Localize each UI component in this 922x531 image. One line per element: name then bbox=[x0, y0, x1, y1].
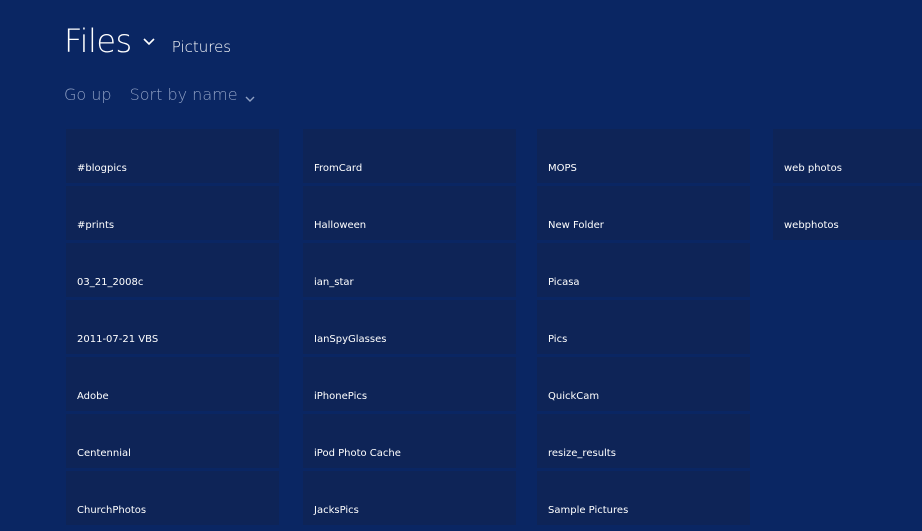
folder-tile[interactable]: JacksPics bbox=[303, 471, 516, 525]
sort-dropdown[interactable]: Sort by name bbox=[130, 85, 256, 104]
folder-name: webphotos bbox=[784, 220, 839, 231]
folder-name: resize_results bbox=[548, 448, 616, 459]
folder-tile[interactable]: FromCard bbox=[303, 129, 516, 183]
header: Files Pictures bbox=[64, 22, 231, 60]
folder-name: iPod Photo Cache bbox=[314, 448, 401, 459]
folder-tile[interactable]: MOPS bbox=[537, 129, 750, 183]
folder-name: web photos bbox=[784, 163, 842, 174]
folder-tile[interactable]: Adobe bbox=[66, 357, 279, 411]
folder-name: ChurchPhotos bbox=[77, 505, 147, 516]
folder-name: IanSpyGlasses bbox=[314, 334, 387, 345]
folder-name: New Folder bbox=[548, 220, 604, 231]
folder-tile[interactable]: Pics bbox=[537, 300, 750, 354]
folder-name: JacksPics bbox=[314, 505, 359, 516]
folder-name: Picasa bbox=[548, 277, 580, 288]
toolbar: Go up Sort by name bbox=[64, 85, 256, 104]
folder-tile[interactable]: webphotos bbox=[773, 186, 922, 240]
folder-name: Halloween bbox=[314, 220, 367, 231]
app-title: Files bbox=[64, 22, 132, 60]
folder-tile[interactable]: 2011-07-21 VBS bbox=[66, 300, 279, 354]
folder-name: Sample Pictures bbox=[548, 505, 629, 516]
folder-name: Adobe bbox=[77, 391, 109, 402]
folder-name: Centennial bbox=[77, 448, 131, 459]
folder-tile[interactable]: iPod Photo Cache bbox=[303, 414, 516, 468]
folder-name: FromCard bbox=[314, 163, 363, 174]
folder-name: 03_21_2008c bbox=[77, 277, 144, 288]
folder-name: iPhonePics bbox=[314, 391, 368, 402]
folder-tile[interactable]: #prints bbox=[66, 186, 279, 240]
files-app-screen: Files Pictures Go up Sort by name #blogp… bbox=[0, 0, 922, 531]
folder-tile[interactable]: New Folder bbox=[537, 186, 750, 240]
folder-name: #blogpics bbox=[77, 163, 127, 174]
current-folder-label: Pictures bbox=[171, 38, 232, 56]
go-up-button[interactable]: Go up bbox=[64, 85, 112, 104]
folder-tile[interactable]: ChurchPhotos bbox=[66, 471, 279, 525]
folder-tile[interactable]: Sample Pictures bbox=[537, 471, 750, 525]
folder-tile[interactable]: IanSpyGlasses bbox=[303, 300, 516, 354]
folder-name: #prints bbox=[77, 220, 115, 231]
folder-tile[interactable]: #blogpics bbox=[66, 129, 279, 183]
chevron-down-icon[interactable] bbox=[142, 33, 156, 47]
folder-tile[interactable]: Centennial bbox=[66, 414, 279, 468]
sort-label: Sort by name bbox=[129, 85, 238, 104]
folder-tile[interactable]: iPhonePics bbox=[303, 357, 516, 411]
folder-name: MOPS bbox=[548, 163, 577, 174]
folder-name: ian_star bbox=[314, 277, 354, 288]
folder-tile[interactable]: web photos bbox=[773, 129, 922, 183]
chevron-down-icon bbox=[244, 90, 256, 102]
folder-name: 2011-07-21 VBS bbox=[77, 334, 159, 345]
folder-tile[interactable]: Picasa bbox=[537, 243, 750, 297]
folder-tile[interactable]: ian_star bbox=[303, 243, 516, 297]
folder-tile[interactable]: resize_results bbox=[537, 414, 750, 468]
folder-name: QuickCam bbox=[548, 391, 600, 402]
folder-tile[interactable]: 03_21_2008c bbox=[66, 243, 279, 297]
folder-tile[interactable]: QuickCam bbox=[537, 357, 750, 411]
folder-tile[interactable]: Halloween bbox=[303, 186, 516, 240]
folder-name: Pics bbox=[548, 334, 568, 345]
